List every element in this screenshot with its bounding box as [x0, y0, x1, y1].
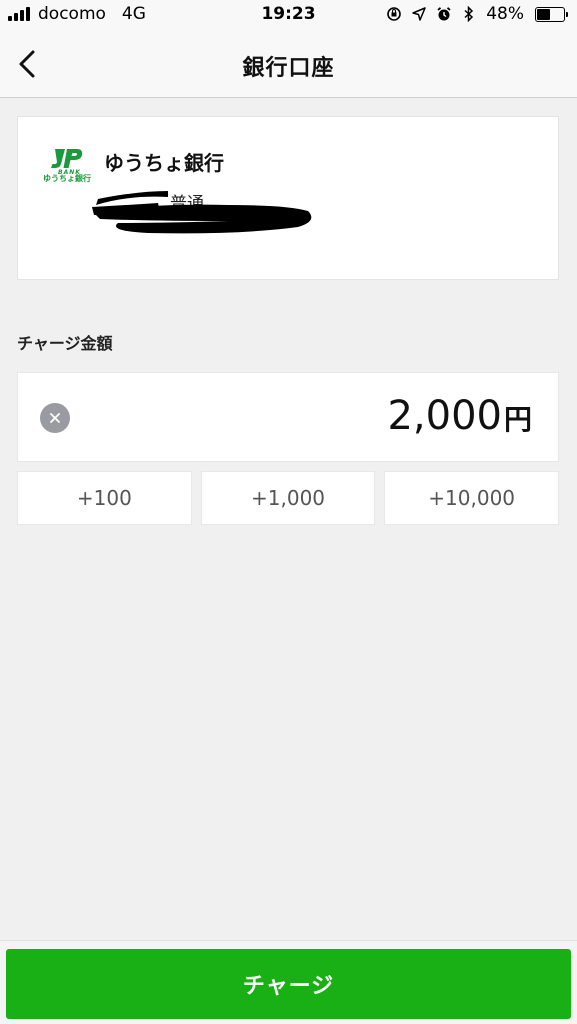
clear-button[interactable] [40, 403, 70, 433]
amount-value: 2,000 円 [387, 393, 532, 439]
increment-buttons: +100 +1,000 +10,000 [17, 471, 560, 525]
orientation-lock-icon [386, 6, 402, 22]
amount-input[interactable]: 2,000 円 [17, 372, 559, 462]
alarm-icon [436, 6, 452, 22]
bluetooth-icon [461, 6, 477, 22]
bank-account-card[interactable]: BANK ゆうちょ銀行 ゆうちょ銀行 普通 [17, 116, 559, 280]
bottom-bar: チャージ [0, 940, 577, 1024]
charge-button[interactable]: チャージ [6, 949, 571, 1019]
clear-x-icon [50, 413, 60, 423]
add-100-button[interactable]: +100 [17, 471, 192, 525]
bank-name: ゆうちょ銀行 [104, 151, 224, 175]
status-right: 48% [386, 4, 568, 24]
amount-unit: 円 [503, 403, 532, 436]
bank-logo-caption: ゆうちょ銀行 [43, 174, 91, 183]
add-1000-button[interactable]: +1,000 [200, 471, 376, 525]
navigation-bar: 銀行口座 [0, 30, 577, 98]
battery-icon [535, 6, 568, 22]
battery-percent: 48% [486, 4, 524, 24]
page-title: 銀行口座 [242, 56, 335, 81]
battery-fill [537, 8, 551, 20]
redaction-mark [92, 191, 312, 234]
charge-amount-label: チャージ金額 [17, 334, 113, 353]
amount-number: 2,000 [387, 393, 502, 439]
location-arrow-icon [411, 6, 427, 22]
status-bar: docomo 4G 19:23 48% [0, 0, 577, 30]
add-10000-button[interactable]: +10,000 [384, 471, 560, 525]
